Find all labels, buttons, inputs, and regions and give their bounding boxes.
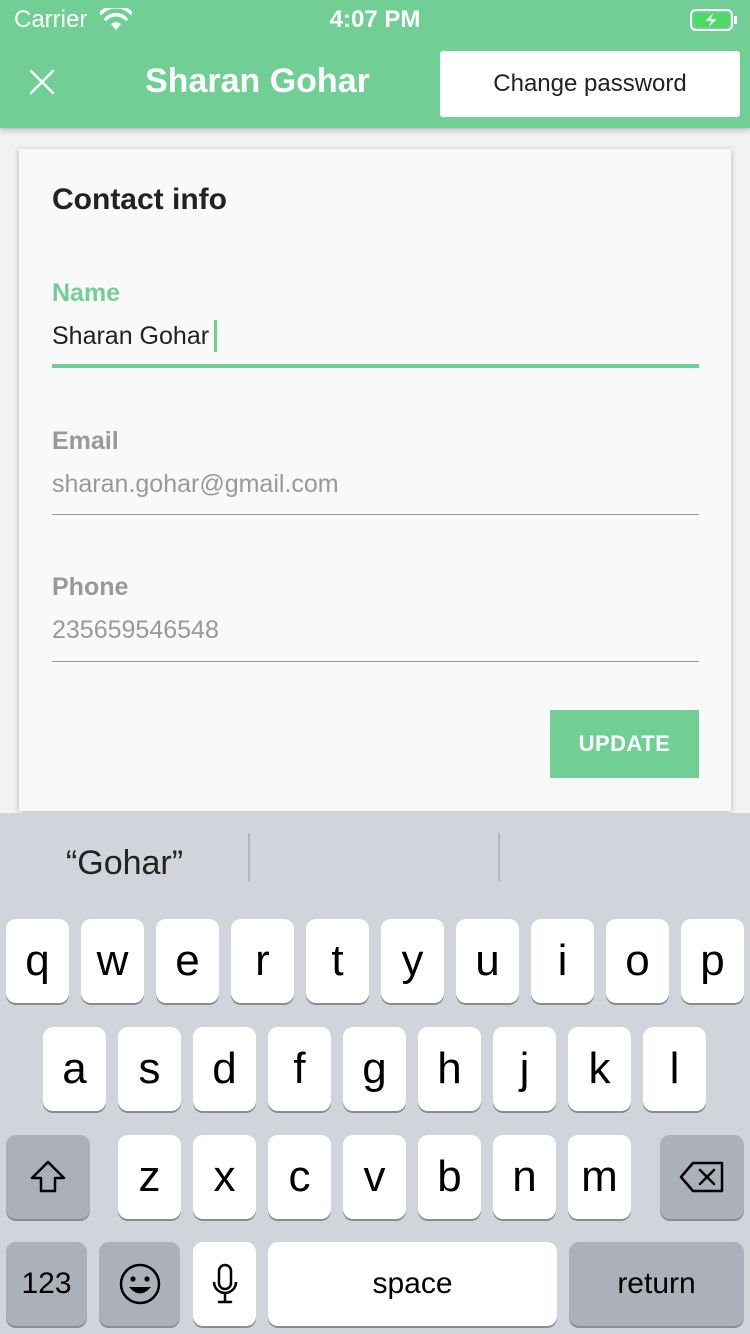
phone-field[interactable] <box>52 610 699 650</box>
key-g[interactable]: g <box>343 1027 406 1111</box>
key-t[interactable]: t <box>306 919 369 1003</box>
dictation-key[interactable] <box>193 1242 256 1326</box>
update-button[interactable]: UPDATE <box>550 710 699 778</box>
name-label: Name <box>52 279 121 307</box>
microphone-icon <box>212 1263 237 1304</box>
key-i[interactable]: i <box>531 919 594 1003</box>
key-u[interactable]: u <box>456 919 519 1003</box>
shift-icon <box>30 1160 66 1193</box>
key-j[interactable]: j <box>493 1027 556 1111</box>
email-field[interactable] <box>52 464 699 504</box>
key-p[interactable]: p <box>681 919 744 1003</box>
app-header: Carrier 4:07 PM Sharan Gohar Change pass… <box>0 0 750 128</box>
key-v[interactable]: v <box>343 1135 406 1219</box>
text-cursor <box>214 320 217 352</box>
key-m[interactable]: m <box>568 1135 631 1219</box>
key-l[interactable]: l <box>643 1027 706 1111</box>
key-n[interactable]: n <box>493 1135 556 1219</box>
backspace-key[interactable] <box>660 1135 744 1219</box>
email-label: Email <box>52 427 119 455</box>
card-title: Contact info <box>52 183 227 216</box>
name-underline <box>52 364 699 368</box>
key-b[interactable]: b <box>418 1135 481 1219</box>
key-q[interactable]: q <box>6 919 69 1003</box>
key-s[interactable]: s <box>118 1027 181 1111</box>
key-o[interactable]: o <box>606 919 669 1003</box>
key-w[interactable]: w <box>81 919 144 1003</box>
shift-key[interactable] <box>6 1135 90 1219</box>
key-f[interactable]: f <box>268 1027 331 1111</box>
emoji-icon <box>119 1263 160 1305</box>
name-field[interactable] <box>52 316 699 356</box>
return-key[interactable]: return <box>569 1242 744 1326</box>
key-r[interactable]: r <box>231 919 294 1003</box>
page-title: Sharan Gohar <box>145 62 370 100</box>
key-c[interactable]: c <box>268 1135 331 1219</box>
contact-info-card: Contact info Name Email Phone UPDATE <box>19 149 731 811</box>
change-password-button[interactable]: Change password <box>440 51 740 117</box>
suggestion-1[interactable]: “Gohar” <box>0 813 249 913</box>
backspace-icon <box>679 1161 724 1193</box>
key-h[interactable]: h <box>418 1027 481 1111</box>
key-d[interactable]: d <box>193 1027 256 1111</box>
clock: 4:07 PM <box>329 6 421 33</box>
key-e[interactable]: e <box>156 919 219 1003</box>
key-z[interactable]: z <box>118 1135 181 1219</box>
key-a[interactable]: a <box>43 1027 106 1111</box>
key-y[interactable]: y <box>381 919 444 1003</box>
email-underline <box>52 514 699 515</box>
keyboard: “Gohar” q w e r t y u i o p a s d f g h … <box>0 813 750 1334</box>
phone-underline <box>52 661 699 662</box>
key-k[interactable]: k <box>568 1027 631 1111</box>
close-icon[interactable] <box>26 66 58 98</box>
key-x[interactable]: x <box>193 1135 256 1219</box>
battery-charging-icon <box>690 9 737 31</box>
suggestion-3[interactable] <box>500 813 749 913</box>
phone-label: Phone <box>52 573 129 601</box>
emoji-key[interactable] <box>99 1242 180 1326</box>
space-key[interactable]: space <box>268 1242 557 1326</box>
status-bar: Carrier 4:07 PM <box>0 0 750 40</box>
numbers-key[interactable]: 123 <box>6 1242 87 1326</box>
suggestion-2[interactable] <box>250 813 499 913</box>
